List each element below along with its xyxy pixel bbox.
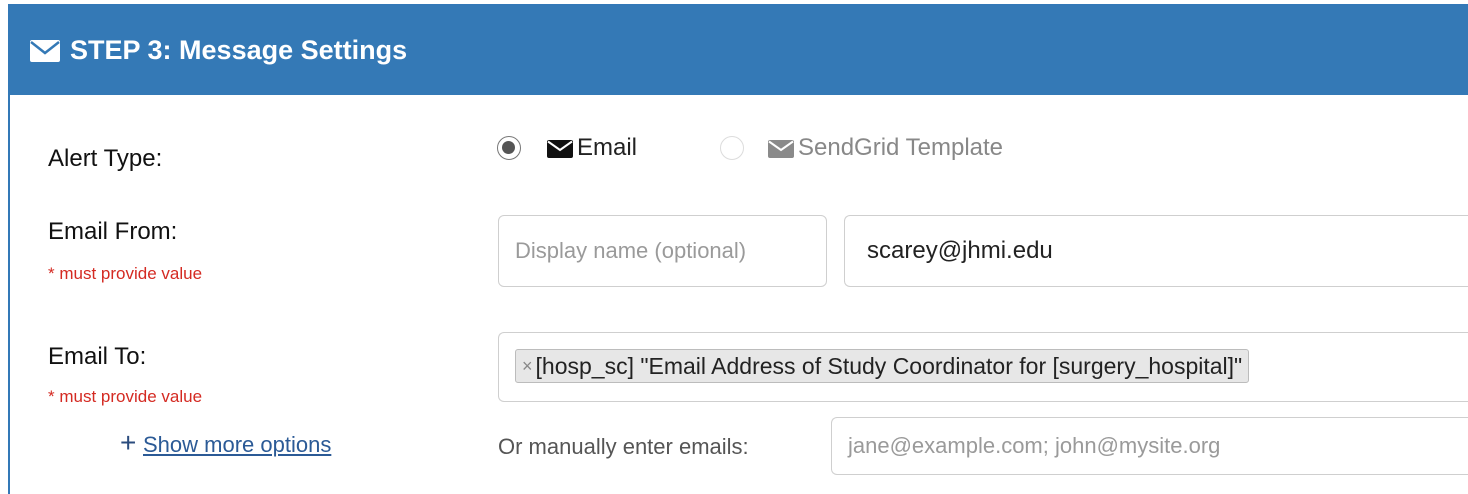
manual-emails-label: Or manually enter emails:	[498, 434, 749, 459]
email-to-label: Email To:	[48, 343, 147, 370]
manual-emails-input[interactable]: jane@example.com; john@mysite.org	[831, 417, 1468, 475]
sendgrid-template-radio[interactable]	[720, 136, 744, 160]
display-name-input[interactable]: Display name (optional)	[498, 215, 827, 287]
email-to-required-note: * must provide value	[48, 387, 203, 406]
chip-remove-icon[interactable]: ×	[522, 356, 533, 377]
email-from-address-value: scarey@jhmi.edu	[867, 237, 1053, 264]
message-settings-panel: STEP 3: Message Settings Alert Type: Ema…	[8, 4, 1468, 494]
plus-icon: +	[120, 427, 137, 458]
panel-title: STEP 3: Message Settings	[70, 35, 408, 65]
panel-header: STEP 3: Message Settings	[10, 6, 1468, 95]
alert-type-label: Alert Type:	[48, 145, 163, 172]
email-radio[interactable]	[497, 136, 521, 160]
sendgrid-template-option-label[interactable]: SendGrid Template	[798, 134, 1003, 162]
manual-emails-placeholder: jane@example.com; john@mysite.org	[848, 433, 1221, 458]
email-from-required-note: * must provide value	[48, 264, 203, 283]
envelope-icon	[768, 140, 794, 163]
recipient-chip-label: [hosp_sc] "Email Address of Study Coordi…	[535, 352, 1243, 379]
envelope-icon	[547, 140, 573, 163]
email-from-label: Email From:	[48, 218, 178, 245]
recipient-chip: × [hosp_sc] "Email Address of Study Coor…	[515, 349, 1250, 383]
show-more-options-link[interactable]: Show more options	[143, 432, 331, 458]
envelope-icon	[30, 39, 60, 62]
email-option-label[interactable]: Email	[577, 134, 637, 162]
display-name-placeholder: Display name (optional)	[515, 238, 747, 263]
email-from-address-input[interactable]: scarey@jhmi.edu	[844, 215, 1468, 287]
